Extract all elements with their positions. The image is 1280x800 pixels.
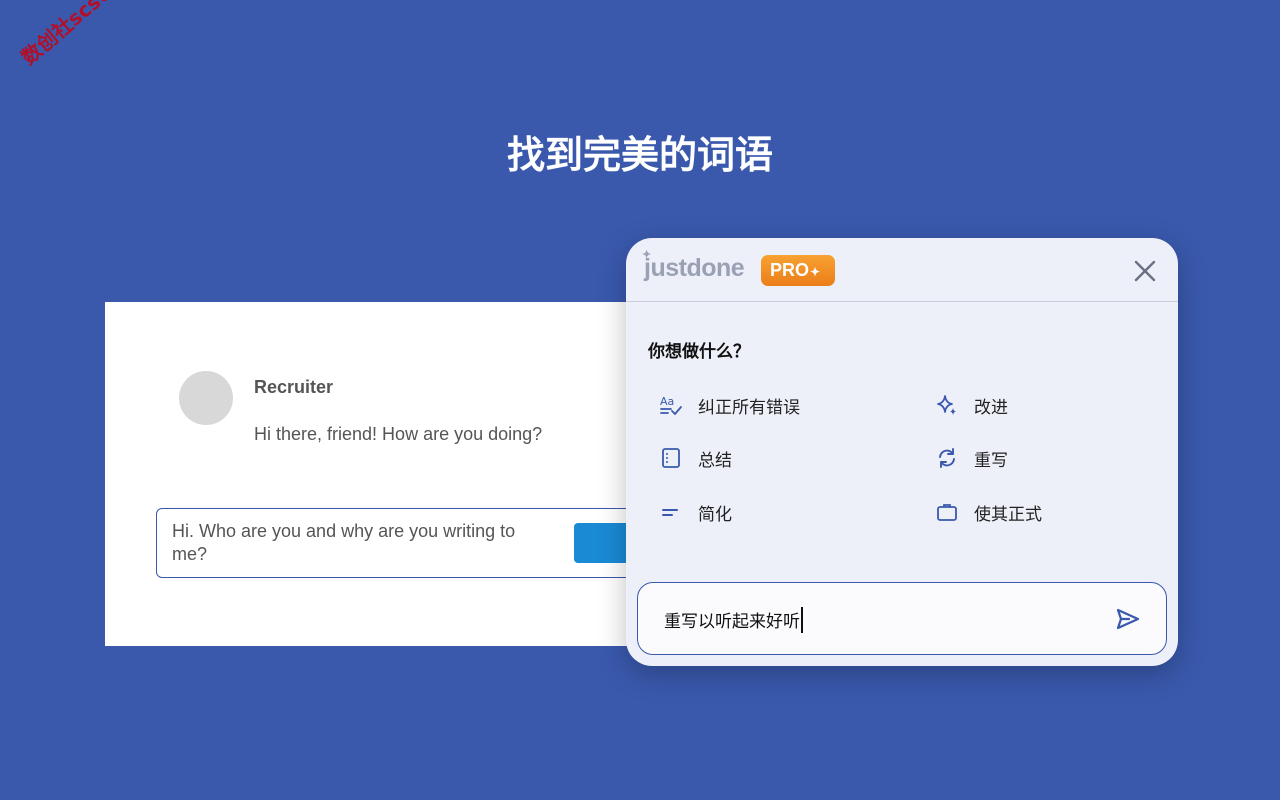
stage: 数创社scs66 找到完美的词语 Recruiter Hi there, fri… bbox=[0, 0, 1280, 800]
sender-name: Recruiter bbox=[254, 377, 334, 397]
pro-sparkle-icon: ✦ bbox=[810, 265, 821, 279]
action-label: 改进 bbox=[974, 398, 1008, 418]
action-label: 总结 bbox=[698, 451, 732, 471]
pro-badge: PRO✦ bbox=[761, 255, 835, 286]
chat-card: Recruiter Hi there, friend! How are you … bbox=[105, 302, 716, 646]
logo-sparkle-icon: ✦ bbox=[642, 249, 651, 261]
send-icon[interactable] bbox=[1114, 605, 1142, 633]
panel-header: ✦ justdone PRO✦ bbox=[626, 238, 1178, 302]
action-label: 重写 bbox=[974, 451, 1008, 471]
reply-input-text: Hi. Who are you and why are you writing … bbox=[172, 521, 516, 564]
watermark: 数创社scs66 bbox=[16, 0, 127, 70]
sparkle-icon bbox=[937, 395, 956, 415]
prompt-input-text: 重写以听起来好听 bbox=[664, 607, 803, 633]
svg-text:Aa: Aa bbox=[660, 395, 674, 408]
action-label: 使其正式 bbox=[974, 505, 1042, 525]
prompt-input-value: 重写以听起来好听 bbox=[664, 612, 800, 632]
close-icon[interactable] bbox=[1132, 258, 1158, 284]
justdone-logo: ✦ justdone bbox=[642, 249, 745, 283]
prompt-question: 你想做什么？ bbox=[648, 342, 750, 362]
text-caret bbox=[801, 607, 803, 633]
assistant-panel: ✦ justdone PRO✦ 你想做什么？ Aa 纠正所有错误 总结 简化 改… bbox=[626, 238, 1178, 666]
action-label: 简化 bbox=[698, 505, 732, 525]
refresh-icon bbox=[939, 448, 955, 468]
logo-text: justdone bbox=[644, 254, 745, 282]
summary-doc-icon bbox=[662, 448, 680, 468]
briefcase-icon bbox=[937, 504, 957, 521]
simplify-lines-icon bbox=[662, 509, 678, 516]
action-label: 纠正所有错误 bbox=[698, 398, 800, 418]
pro-badge-label: PRO bbox=[770, 260, 810, 280]
incoming-message: Hi there, friend! How are you doing? bbox=[254, 424, 543, 444]
spellcheck-icon: Aa bbox=[660, 395, 682, 415]
avatar bbox=[179, 371, 233, 425]
page-headline: 找到完美的词语 bbox=[506, 133, 773, 177]
prompt-input[interactable]: 重写以听起来好听 bbox=[637, 582, 1167, 655]
